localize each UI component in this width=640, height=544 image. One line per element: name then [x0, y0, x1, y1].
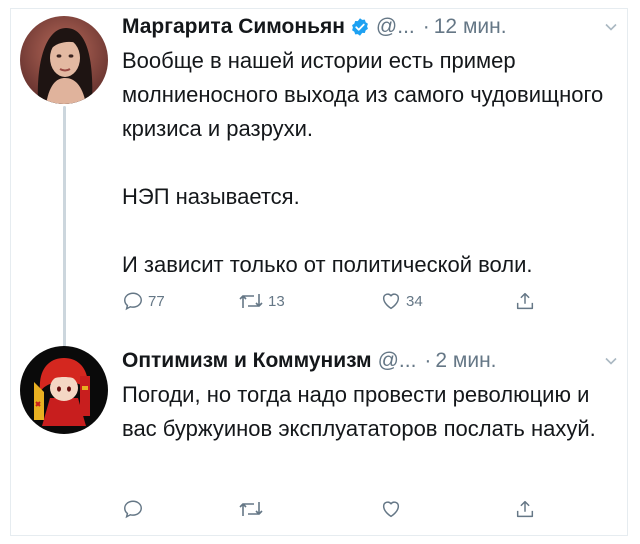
avatar-optimism[interactable]	[20, 346, 108, 434]
tweet-paragraph: И зависит только от политической воли.	[122, 252, 533, 277]
like-button[interactable]: 34	[380, 290, 423, 312]
tweet-actions: 77 13 34	[122, 290, 582, 316]
timestamp[interactable]: 2 мин.	[435, 349, 496, 373]
retweet-count: 13	[268, 292, 285, 310]
like-count: 34	[406, 292, 423, 310]
reply-button[interactable]	[122, 498, 148, 520]
retweet-button[interactable]	[238, 498, 268, 520]
chevron-down-icon[interactable]	[604, 16, 618, 31]
author-name[interactable]: Оптимизм и Коммунизм	[122, 349, 372, 373]
author-handle[interactable]: @...	[378, 349, 417, 373]
tweet-text: Вообще в нашей истории есть пример молни…	[122, 44, 622, 282]
tweet-paragraph: Погоди, но тогда надо провести революцию…	[122, 382, 596, 441]
separator-dot: ·	[424, 349, 432, 372]
share-icon	[516, 292, 534, 310]
author-handle[interactable]: @...	[376, 15, 415, 39]
heart-icon	[382, 501, 400, 518]
share-button[interactable]	[514, 498, 536, 520]
reply-icon	[124, 292, 142, 311]
tweet-header: Маргарита Симоньян @... · 12 мин.	[122, 12, 620, 42]
woman-portrait-avatar-icon	[20, 16, 108, 104]
tweet-1[interactable]: Маргарита Симоньян @... · 12 мин. Вообще…	[0, 0, 640, 340]
share-icon	[516, 500, 534, 518]
reply-icon	[124, 500, 142, 519]
tweet-2[interactable]: Оптимизм и Коммунизм @... · 2 мин. Погод…	[0, 342, 640, 542]
avatar-simonyan[interactable]	[20, 16, 108, 104]
like-button[interactable]	[380, 498, 406, 520]
timestamp[interactable]: 12 мин.	[434, 15, 507, 39]
tweet-paragraph: Вообще в нашей истории есть пример молни…	[122, 48, 604, 141]
anime-girl-hammer-sickle-avatar-icon	[20, 346, 108, 434]
retweet-icon	[239, 502, 263, 516]
separator-dot: ·	[422, 15, 430, 38]
reply-count: 77	[148, 292, 165, 310]
retweet-button[interactable]: 13	[238, 290, 285, 312]
retweet-icon	[239, 294, 263, 308]
tweet-actions	[122, 498, 582, 524]
reply-button[interactable]: 77	[122, 290, 165, 312]
heart-icon	[382, 293, 400, 310]
verified-badge-icon	[350, 17, 370, 37]
chevron-down-icon[interactable]	[604, 350, 618, 365]
share-button[interactable]	[514, 290, 536, 312]
tweet-header: Оптимизм и Коммунизм @... · 2 мин.	[122, 346, 620, 376]
author-name[interactable]: Маргарита Симоньян	[122, 15, 345, 39]
tweet-text: Погоди, но тогда надо провести революцию…	[122, 378, 622, 446]
tweet-paragraph: НЭП называется.	[122, 184, 300, 209]
